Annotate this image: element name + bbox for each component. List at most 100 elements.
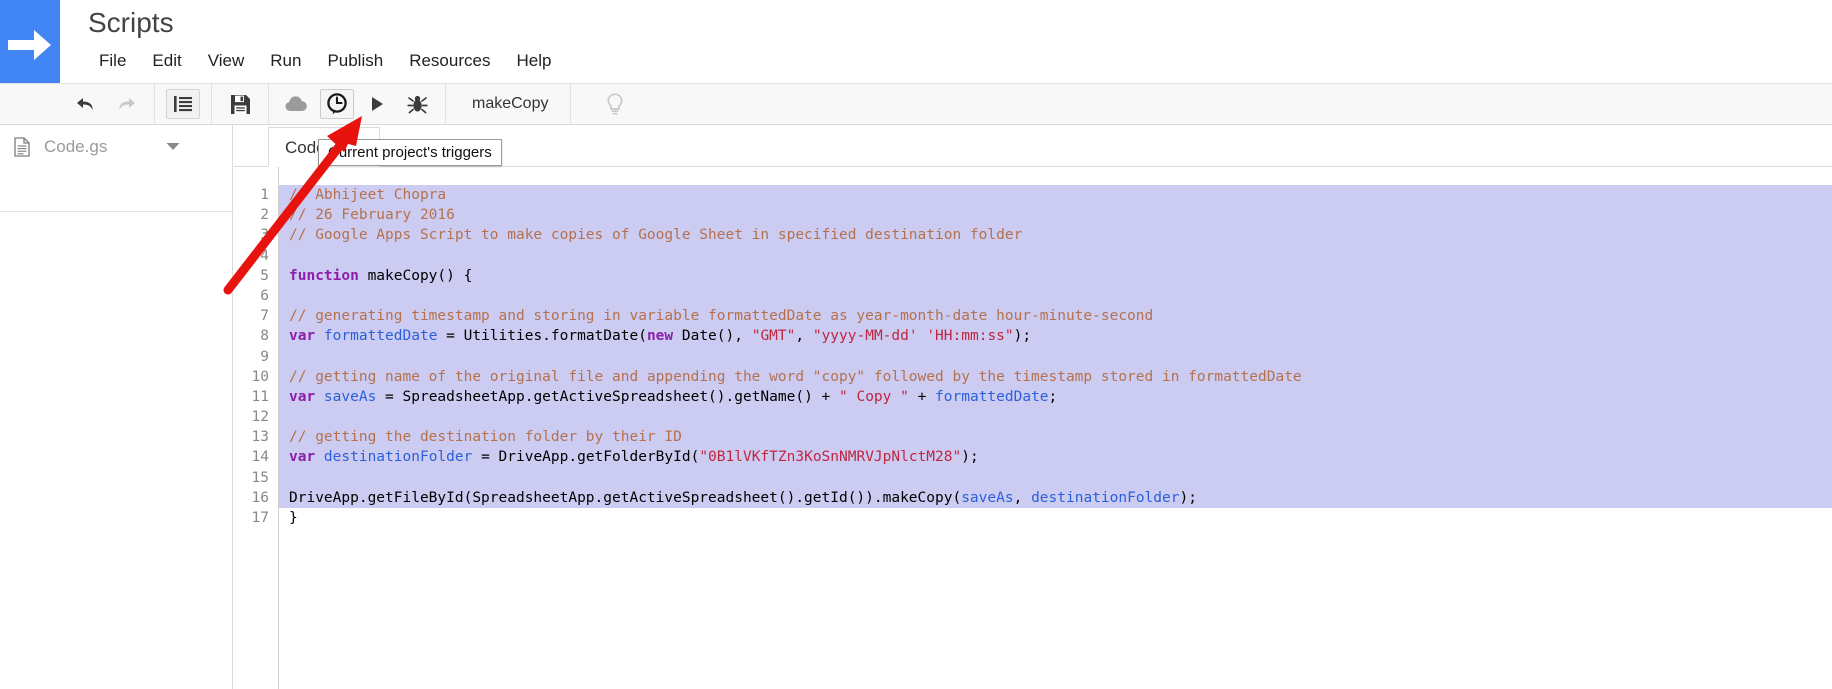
toolbar: makeCopy	[0, 83, 1832, 125]
body: Code.gs Code.gs Current project's trigge…	[0, 125, 1832, 689]
toolbar-group-save	[212, 83, 269, 125]
chevron-down-icon[interactable]	[166, 138, 222, 156]
code-token-pl: }	[289, 510, 298, 526]
indent-icon	[173, 95, 193, 113]
code-line[interactable]: var formattedDate = Utilities.formatDate…	[279, 326, 1832, 346]
redo-icon	[115, 94, 137, 114]
line-number: 14	[234, 447, 278, 467]
triggers-tooltip: Current project's triggers	[318, 139, 502, 166]
code-token-cm: // Abhijeet Chopra	[289, 187, 446, 203]
code-token-str: "yyyy-MM-dd' 'HH:mm:ss"	[813, 328, 1014, 344]
code-line[interactable]: ​	[279, 246, 1832, 266]
lightbulb-button[interactable]	[598, 89, 632, 119]
page-title: Scripts	[88, 6, 174, 40]
run-play-icon	[368, 95, 386, 113]
sidebar-item-code-gs[interactable]: Code.gs	[0, 125, 232, 169]
debug-button[interactable]	[400, 89, 434, 119]
code-token-pl: ,	[795, 328, 812, 344]
line-number: 4	[234, 246, 278, 266]
code-token-pl: );	[1014, 328, 1031, 344]
code-token-str: "0B1lVKfTZn3KoSnNMRVJpNlctM28"	[699, 449, 961, 465]
code-token-str: " Copy "	[839, 389, 909, 405]
lightbulb-icon	[605, 93, 625, 115]
code-token-kw: function	[289, 268, 359, 284]
code-editor[interactable]: 1234567891011121314151617 // Abhijeet Ch…	[234, 167, 1832, 689]
code-token-kw: new	[647, 328, 673, 344]
line-number: 12	[234, 407, 278, 427]
line-number: 1	[234, 185, 278, 205]
code-content[interactable]: // Abhijeet Chopra // 26 February 2016 // …	[279, 167, 1832, 689]
code-line[interactable]: var saveAs = SpreadsheetApp.getActiveSpr…	[279, 387, 1832, 407]
code-token-var: destinationFolder	[1031, 490, 1179, 506]
code-token-pl: );	[961, 449, 978, 465]
function-selector[interactable]: makeCopy	[472, 95, 548, 113]
line-number-gutter: 1234567891011121314151617	[234, 167, 279, 689]
code-token-var: formattedDate	[935, 389, 1049, 405]
publish-deploy-button[interactable]	[280, 89, 314, 119]
menu-edit[interactable]: Edit	[139, 48, 194, 74]
save-button[interactable]	[223, 89, 257, 119]
save-floppy-icon	[230, 94, 251, 115]
editor-tab-bar: Code.gs Current project's triggers	[234, 125, 1832, 167]
line-number: 6	[234, 286, 278, 306]
code-line[interactable]: ​	[279, 468, 1832, 488]
sidebar-file-label: Code.gs	[44, 137, 166, 157]
right-arrow-icon	[8, 28, 52, 62]
undo-button[interactable]	[69, 89, 103, 119]
code-line[interactable]: DriveApp.getFileById(SpreadsheetApp.getA…	[279, 488, 1832, 508]
code-line[interactable]: // getting the destination folder by the…	[279, 427, 1832, 447]
code-token-cm: // getting the destination folder by the…	[289, 429, 682, 445]
toolbar-group-help	[571, 83, 643, 125]
code-token-cm: // getting name of the original file and…	[289, 369, 1302, 385]
redo-button[interactable]	[109, 89, 143, 119]
toolbar-group-history	[0, 83, 155, 125]
title-block: Scripts	[88, 6, 174, 40]
code-token-pl: = Utilities.formatDate(	[437, 328, 647, 344]
code-line[interactable]: }	[279, 508, 1832, 528]
line-number: 15	[234, 468, 278, 488]
code-line[interactable]: // Abhijeet Chopra	[279, 185, 1832, 205]
menu-view[interactable]: View	[195, 48, 258, 74]
code-line[interactable]: // generating timestamp and storing in v…	[279, 306, 1832, 326]
code-token-kw: var	[289, 389, 315, 405]
code-token-cm: // 26 February 2016	[289, 207, 455, 223]
code-line[interactable]: ​	[279, 286, 1832, 306]
cloud-upload-icon	[285, 94, 310, 114]
code-token-pl: ;	[1049, 389, 1058, 405]
code-token-kw: var	[289, 328, 315, 344]
current-project-triggers-button[interactable]	[320, 89, 354, 119]
run-button[interactable]	[360, 89, 394, 119]
code-line[interactable]: function makeCopy() {	[279, 266, 1832, 286]
code-line[interactable]: // Google Apps Script to make copies of …	[279, 225, 1832, 245]
file-sidebar: Code.gs	[0, 125, 233, 689]
line-number: 16	[234, 488, 278, 508]
code-line[interactable]: ​	[279, 347, 1832, 367]
code-line[interactable]: // 26 February 2016	[279, 205, 1832, 225]
line-number: 7	[234, 306, 278, 326]
line-number: 10	[234, 367, 278, 387]
clock-triggers-icon	[325, 92, 349, 116]
menu-publish[interactable]: Publish	[314, 48, 396, 74]
document-icon	[14, 137, 34, 157]
code-token-pl: DriveApp.getFileById(SpreadsheetApp.getA…	[289, 490, 961, 506]
header: Scripts File Edit View Run Publish Resou…	[0, 0, 1832, 90]
line-number: 9	[234, 347, 278, 367]
apps-script-logo[interactable]	[0, 0, 60, 90]
code-token-var: formattedDate	[315, 328, 437, 344]
code-line[interactable]: var destinationFolder = DriveApp.getFold…	[279, 447, 1832, 467]
indent-button[interactable]	[166, 89, 200, 119]
menu-file[interactable]: File	[86, 48, 139, 74]
apps-script-editor-window: Scripts File Edit View Run Publish Resou…	[0, 0, 1832, 689]
code-line[interactable]: // getting name of the original file and…	[279, 367, 1832, 387]
menu-resources[interactable]: Resources	[396, 48, 503, 74]
menu-help[interactable]: Help	[503, 48, 564, 74]
line-number: 5	[234, 266, 278, 286]
line-number: 3	[234, 225, 278, 245]
toolbar-group-indent	[155, 83, 212, 125]
code-line[interactable]: ​	[279, 407, 1832, 427]
code-token-cm: // generating timestamp and storing in v…	[289, 308, 1153, 324]
code-token-pl: );	[1179, 490, 1196, 506]
debug-bug-icon	[407, 94, 428, 115]
menu-run[interactable]: Run	[257, 48, 314, 74]
code-token-pl: ,	[1014, 490, 1031, 506]
